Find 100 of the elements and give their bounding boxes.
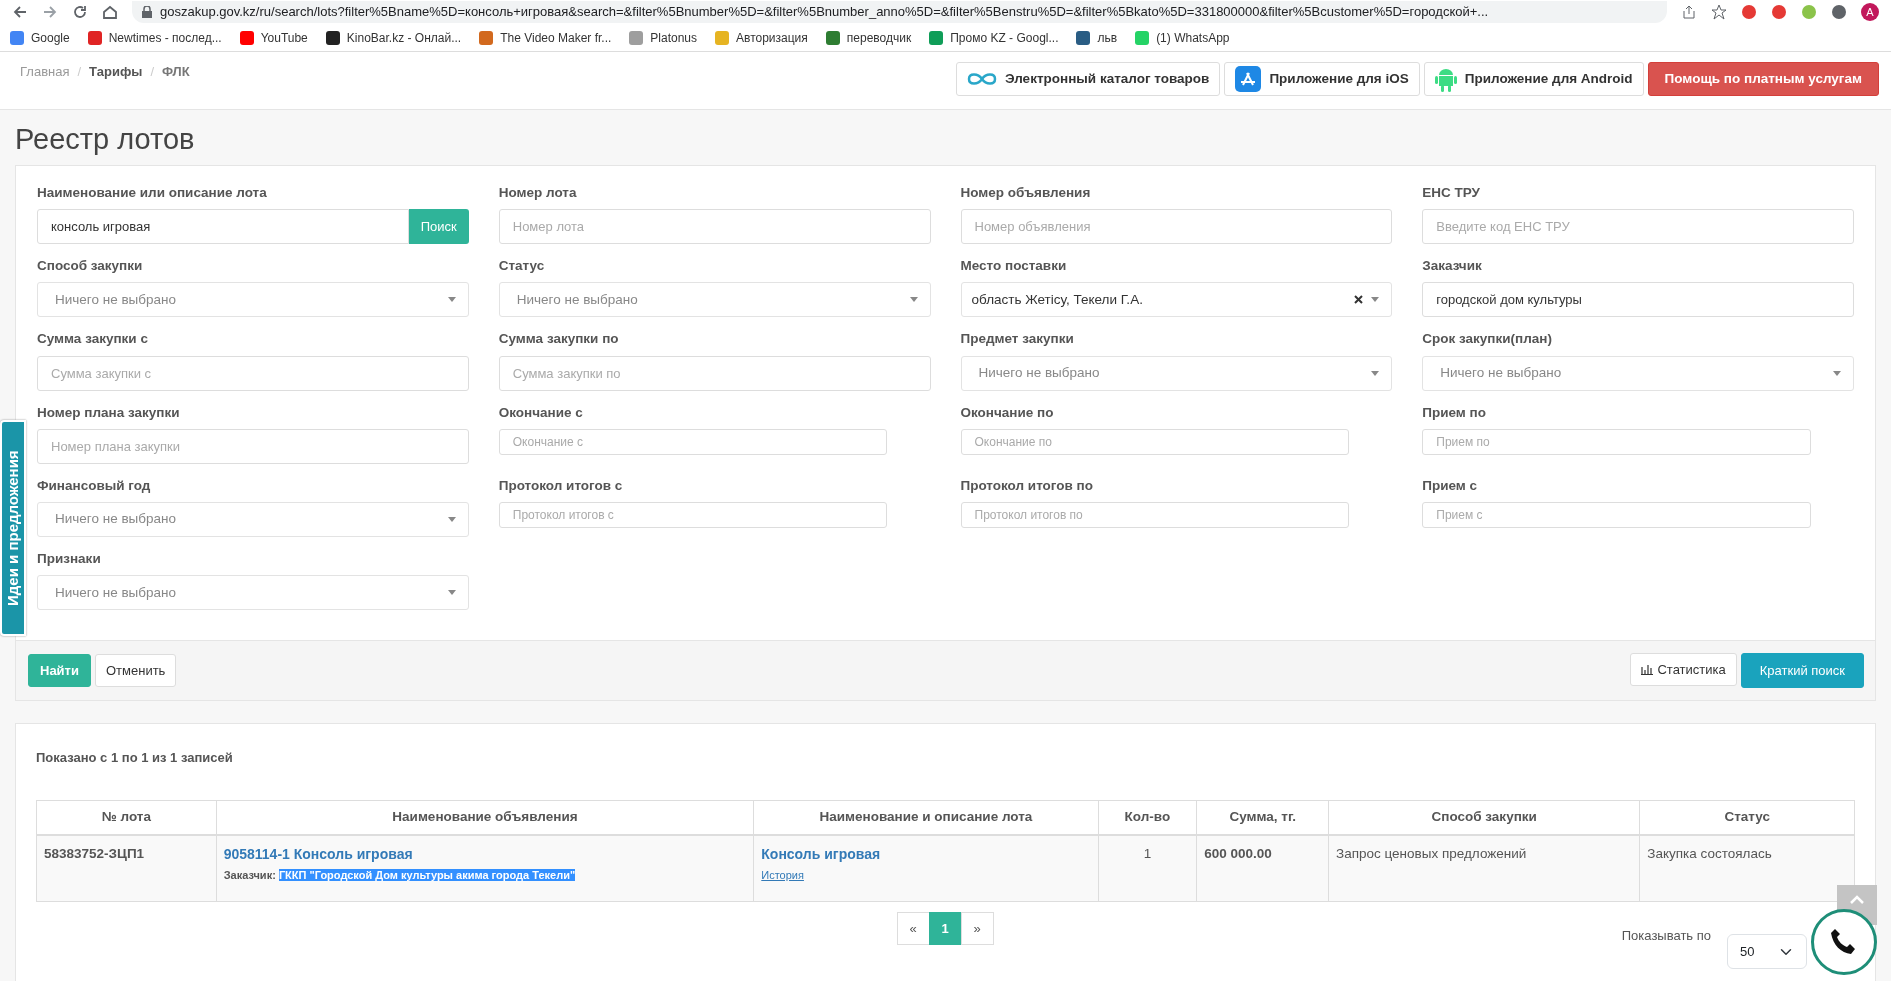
input-field[interactable]: Введите код ЕНС ТРУ [1422, 209, 1854, 245]
bookmark[interactable]: Промо KZ - Googl... [929, 28, 1059, 47]
page-size-label: Показывать по [1621, 926, 1711, 945]
input-field[interactable]: Номер плана закупки [37, 428, 469, 464]
star-icon[interactable] [1711, 4, 1727, 20]
date-field[interactable]: Протокол итогов по [960, 502, 1350, 529]
dropdown[interactable]: Ничего не выбрано [37, 575, 469, 611]
field-label: Статус [498, 257, 546, 276]
field-label: Номер плана закупки [37, 403, 181, 422]
input-field[interactable]: Номер лота [498, 209, 931, 245]
column-header: Наименование и описание лота [753, 800, 1098, 836]
caret-icon [447, 297, 456, 303]
android-icon [1434, 66, 1457, 92]
date-field[interactable]: Прием по [1422, 428, 1811, 455]
history-link[interactable]: История [761, 867, 804, 884]
header-button[interactable]: Помощь по платным услугам [1647, 62, 1879, 96]
back-icon[interactable] [12, 4, 28, 20]
action-button[interactable]: Отменить [94, 654, 177, 688]
bar-chart-icon [1641, 664, 1654, 676]
bookmark[interactable]: The Video Maker fr... [479, 28, 612, 47]
field-label: Заказчик [1422, 257, 1483, 276]
table-cell: 1 [1098, 835, 1197, 902]
dropdown[interactable]: Ничего не выбрано [37, 282, 469, 318]
bookmark[interactable]: Platonus [629, 28, 698, 47]
dropdown[interactable]: область Жетісу, Текели Г.А. [960, 282, 1393, 318]
dropdown[interactable]: Ничего не выбрано [37, 502, 469, 538]
action-button[interactable]: Статистика [1630, 653, 1737, 687]
date-field[interactable]: Окончание с [498, 428, 888, 455]
bookmark[interactable]: Авторизация [715, 28, 808, 47]
field-label: Прием по [1422, 403, 1487, 422]
search-field[interactable]: консоль игровая [37, 209, 409, 245]
header-button[interactable]: Электронный каталог товаров [955, 62, 1221, 96]
bookmark[interactable]: Google [10, 28, 70, 47]
infinity-icon [966, 71, 997, 87]
app-store-icon [1235, 66, 1262, 92]
input-field[interactable]: Сумма закупки с [37, 355, 469, 391]
dropdown[interactable]: Ничего не выбрано [960, 355, 1393, 391]
bookmark[interactable]: (1) WhatsApp [1135, 28, 1230, 47]
breadcrumb-link[interactable]: Тарифы [89, 62, 143, 82]
field-label: Место поставки [960, 257, 1068, 276]
page-size-select[interactable]: 50 [1727, 934, 1807, 969]
extension-icon[interactable] [1771, 4, 1787, 20]
column-header: Наименование объявления [216, 800, 754, 836]
caret-icon [909, 297, 918, 303]
customer-name: ГККП "Городской Дом культуры акима города Текели" [278, 869, 576, 882]
date-field[interactable]: Протокол итогов с [498, 502, 888, 529]
breadcrumb-separator: / [77, 63, 82, 81]
forward-icon[interactable] [42, 4, 58, 20]
caret-icon [447, 517, 456, 523]
field-label: Наименование или описание лота [37, 183, 268, 202]
date-field[interactable]: Прием с [1422, 502, 1811, 529]
field-label: Сумма закупки с [37, 330, 149, 349]
field-label: Предмет закупки [960, 330, 1075, 349]
bookmark[interactable]: льв [1076, 28, 1118, 47]
input-field[interactable]: Сумма закупки по [498, 355, 931, 391]
dropdown[interactable]: Ничего не выбрано [1422, 355, 1854, 391]
lock-icon [142, 6, 152, 18]
announcement-link[interactable]: 9058114-1 Консоль игровая [223, 844, 747, 866]
page-button[interactable]: « [896, 911, 930, 945]
dropdown[interactable]: Ничего не выбрано [498, 282, 931, 318]
customer-label: Заказчик: [223, 869, 277, 882]
field-label: Протокол итогов по [960, 476, 1094, 495]
bookmark[interactable]: Newtimes - послед... [87, 28, 222, 47]
input-field[interactable]: городской дом культуры [1422, 282, 1854, 318]
date-field[interactable]: Окончание по [960, 428, 1350, 455]
breadcrumb-link[interactable]: ФЛК [162, 62, 190, 82]
column-header: Сумма, тг. [1196, 800, 1329, 836]
reload-icon[interactable] [72, 4, 88, 20]
table-cell: 600 000.00 [1196, 835, 1329, 902]
chevron-up-icon [1850, 895, 1864, 904]
home-icon[interactable] [102, 4, 118, 20]
header-button[interactable]: Приложение для iOS [1224, 62, 1420, 96]
lot-link[interactable]: Консоль игровая [761, 844, 1091, 866]
page-button[interactable]: » [960, 911, 994, 945]
field-label: Способ закупки [37, 257, 144, 276]
column-header: Способ закупки [1328, 800, 1640, 836]
table-cell: Закупка состоялась [1639, 835, 1855, 902]
input-field[interactable]: Номер объявления [960, 209, 1393, 245]
bookmark[interactable]: KinoBar.kz - Онлай... [325, 28, 462, 47]
column-header: Кол-во [1098, 800, 1197, 836]
bookmark[interactable]: переводчик [825, 28, 912, 47]
field-label: Окончание по [960, 403, 1055, 422]
column-header: № лота [36, 800, 217, 836]
header-button[interactable]: Приложение для Android [1423, 62, 1644, 96]
breadcrumb-separator: / [150, 63, 154, 81]
table-cell: 58383752-ЗЦП1 [36, 835, 217, 902]
caret-icon [447, 590, 456, 596]
field-label: Финансовый год [37, 476, 152, 495]
extension-icon[interactable] [1831, 4, 1847, 20]
bookmark[interactable]: YouTube [239, 28, 308, 47]
share-icon[interactable] [1681, 4, 1697, 20]
extension-icon[interactable] [1741, 4, 1757, 20]
address-bar[interactable]: goszakup.gov.kz/ru/search/lots?filter%5Bname%5D=консоль+игровая&search=&filter%5Bnumber%5D=&filter%5Bnumber_anno%5D=&filter%5Benstru%5D=&filter%5Bkato%5D=331800000&filter%5Bcustomer%5D=городской+... [132, 1, 1667, 23]
field-label: Сумма закупки по [498, 330, 620, 349]
feedback-tab[interactable]: Идеи и предложения [0, 420, 26, 636]
profile-avatar[interactable]: A [1861, 3, 1879, 21]
field-label: Номер объявления [960, 183, 1092, 202]
clear-icon [1354, 295, 1364, 305]
page-title: Реестр лотов [14, 122, 196, 157]
field-label: Номер лота [498, 183, 578, 202]
